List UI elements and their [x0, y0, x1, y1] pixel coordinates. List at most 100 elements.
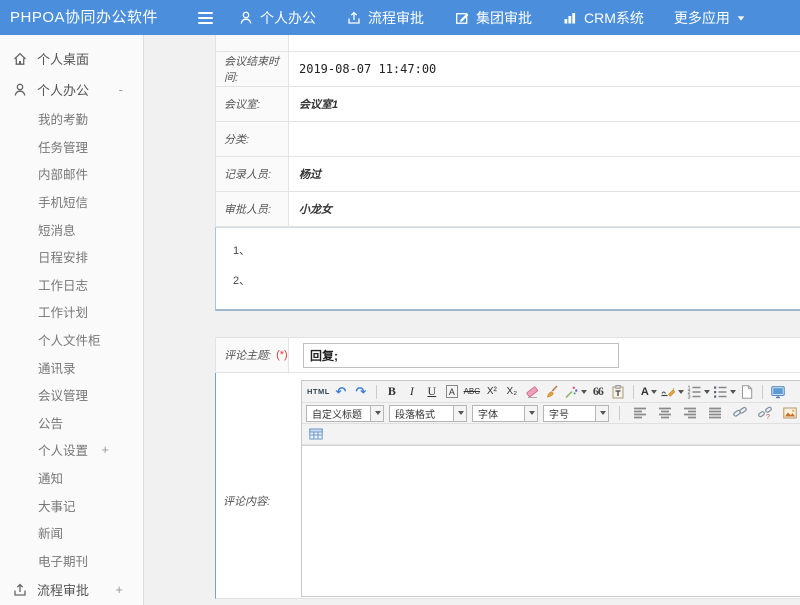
app-window: PHPOA协同办公软件 个人办公流程审批集团审批CRM系统更多应用 个人桌面个人… [0, 0, 800, 605]
ordered-list-button[interactable]: 123 [686, 383, 710, 401]
italic-button[interactable]: I [403, 383, 421, 401]
sidebar-item-mobile-sms[interactable]: 手机短信 [0, 188, 143, 216]
caret-down-icon [736, 13, 746, 23]
undo-button[interactable]: ↶ [332, 383, 350, 401]
approver-row: 审批人员:小龙女 [216, 192, 800, 227]
topmenu-group-approval[interactable]: 集团审批 [454, 8, 532, 28]
caret-down-icon[interactable] [651, 390, 657, 394]
remove-format-button[interactable] [523, 383, 541, 401]
topmenu-process-approval[interactable]: 流程审批 [346, 8, 424, 28]
bold-button[interactable]: B [383, 383, 401, 401]
sidebar-item-contacts[interactable]: 通讯录 [0, 353, 143, 381]
new-page-button[interactable] [738, 383, 756, 401]
topmenu-crm-system[interactable]: CRM系统 [562, 8, 644, 28]
html-source-button[interactable]: HTML [307, 383, 330, 401]
sidebar-item-work-log[interactable]: 工作日志 [0, 271, 143, 299]
caret-down-icon[interactable] [529, 411, 535, 415]
caret-down-icon[interactable] [375, 411, 381, 415]
user-icon [238, 10, 254, 26]
meeting-room-row-label: 会议室: [216, 87, 289, 121]
font-color-button[interactable]: A [640, 383, 658, 401]
sidebar-item-announcement[interactable]: 公告 [0, 409, 143, 437]
toolbar-separator [619, 406, 620, 420]
font-border-button[interactable]: A [443, 383, 461, 401]
align-center-button[interactable] [656, 404, 674, 422]
paragraph-format-select-caret[interactable] [453, 406, 466, 421]
custom-title-select[interactable]: 自定义标题 [306, 405, 384, 422]
autotypeset-button[interactable] [563, 383, 587, 401]
editor-content-area[interactable] [302, 445, 800, 596]
highlighter-icon [660, 384, 676, 400]
underline-button[interactable]: U [423, 383, 441, 401]
paragraph-format-select[interactable]: 段落格式 [389, 405, 467, 422]
comment-subject-input[interactable] [303, 343, 619, 368]
sidebar-item-schedule[interactable]: 日程安排 [0, 243, 143, 271]
editor-toolbar-row2: 自定义标题段落格式字体字号? [302, 403, 800, 424]
sidebar-item-internal-mail[interactable]: 内部邮件 [0, 160, 143, 188]
unlink-icon: ? [757, 405, 773, 421]
sidebar-item-e-journal[interactable]: 电子期刊 [0, 547, 143, 575]
caret-down-icon[interactable] [581, 390, 587, 394]
font-family-select[interactable]: 字体 [472, 405, 538, 422]
custom-title-select-caret[interactable] [370, 406, 383, 421]
caret-down-icon[interactable] [600, 411, 606, 415]
font-family-select-caret[interactable] [524, 406, 537, 421]
align-right-button[interactable] [681, 404, 699, 422]
table-button[interactable] [307, 425, 325, 443]
sidebar-item-process-approval[interactable]: 流程审批+ [0, 574, 143, 605]
font-size-select[interactable]: 字号 [543, 405, 609, 422]
blockquote-button[interactable]: 66 [589, 383, 607, 401]
unlink-button[interactable]: ? [756, 404, 774, 422]
caret-down-icon[interactable] [704, 390, 710, 394]
unordered-list-button[interactable] [712, 383, 736, 401]
sidebar-item-label: 短消息 [38, 220, 76, 239]
preview-button[interactable] [769, 383, 787, 401]
sidebar-item-memorabilia[interactable]: 大事记 [0, 491, 143, 519]
strikethrough-button-glyph: ABC [464, 387, 480, 396]
personal-settings-toggle[interactable]: + [101, 442, 109, 457]
sidebar-item-personal-desktop[interactable]: 个人桌面 [0, 43, 143, 74]
sidebar-item-label: 内部邮件 [38, 164, 88, 183]
ol-icon: 123 [686, 384, 702, 400]
image-button[interactable] [781, 404, 799, 422]
align-justify-button[interactable] [706, 404, 724, 422]
meeting-room-row-value: 会议室1 [299, 96, 338, 112]
align-left-icon [632, 405, 648, 421]
sidebar-item-meeting-management[interactable]: 会议管理 [0, 381, 143, 409]
sidebar-item-work-plan[interactable]: 工作计划 [0, 298, 143, 326]
superscript-button[interactable]: X² [483, 383, 501, 401]
subscript-button[interactable]: X₂ [503, 383, 521, 401]
topmenu-more-apps[interactable]: 更多应用 [674, 8, 746, 28]
process-approval-toggle[interactable]: + [115, 582, 123, 597]
redo-button[interactable]: ↷ [352, 383, 370, 401]
meeting-end-time-row-label: 会议结束时间: [216, 52, 289, 86]
sidebar-item-personal-settings[interactable]: 个人设置+ [0, 436, 143, 464]
font-size-select-caret[interactable] [595, 406, 608, 421]
topmenu-personal-office[interactable]: 个人办公 [238, 8, 316, 28]
topmenu-label: CRM系统 [584, 8, 644, 28]
format-painter-button[interactable] [543, 383, 561, 401]
paste-plain-button[interactable] [609, 383, 627, 401]
sidebar-item-news[interactable]: 新闻 [0, 519, 143, 547]
meeting-content-line: 1、 [233, 242, 800, 272]
hamburger-menu-icon[interactable] [198, 9, 216, 26]
topbar: PHPOA协同办公软件 个人办公流程审批集团审批CRM系统更多应用 [0, 0, 800, 35]
sidebar-item-personal-office[interactable]: 个人办公- [0, 74, 143, 105]
edit-icon [454, 10, 470, 26]
personal-office-toggle[interactable]: - [119, 82, 123, 97]
link-button[interactable] [731, 404, 749, 422]
caret-down-icon[interactable] [458, 411, 464, 415]
align-left-button[interactable] [631, 404, 649, 422]
caret-down-icon[interactable] [730, 390, 736, 394]
sidebar-item-personal-file-cabinet[interactable]: 个人文件柜 [0, 326, 143, 354]
sidebar-item-short-message[interactable]: 短消息 [0, 215, 143, 243]
sidebar-item-task-management[interactable]: 任务管理 [0, 133, 143, 161]
highlight-button[interactable] [660, 383, 684, 401]
meeting-content-panel: 1、2、 [215, 227, 800, 311]
sidebar-item-my-attendance[interactable]: 我的考勤 [0, 105, 143, 133]
html-source-button-glyph: HTML [307, 387, 330, 396]
strikethrough-button[interactable]: ABC [463, 383, 481, 401]
caret-down-icon[interactable] [678, 390, 684, 394]
sidebar-item-notification[interactable]: 通知 [0, 464, 143, 492]
category-row-label: 分类: [216, 122, 289, 156]
